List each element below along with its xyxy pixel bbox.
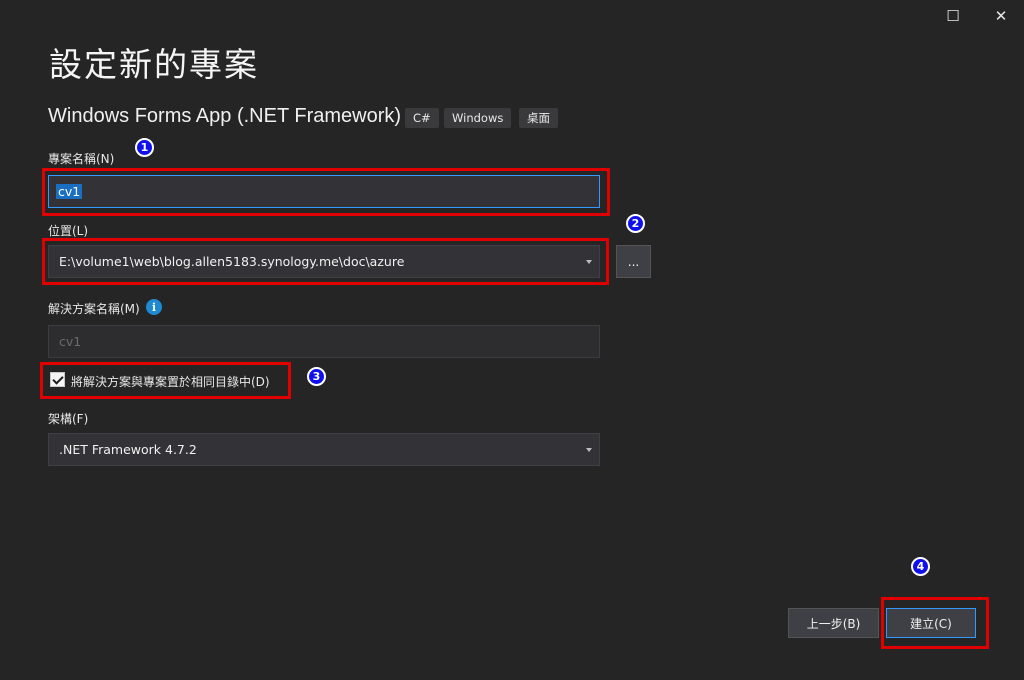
framework-value: .NET Framework 4.7.2	[59, 442, 197, 457]
info-icon[interactable]: i	[146, 299, 162, 315]
create-button[interactable]: 建立(C)	[886, 608, 976, 638]
location-label: 位置(L)	[48, 224, 89, 238]
back-button[interactable]: 上一步(B)	[788, 608, 879, 638]
tag-language: C#	[405, 108, 439, 128]
solution-name-input[interactable]: cv1	[48, 325, 600, 358]
project-name-input[interactable]: cv1	[48, 175, 600, 208]
project-name-value: cv1	[56, 184, 83, 199]
annotation-badge-1: 1	[135, 138, 154, 157]
browse-button[interactable]: ...	[616, 245, 651, 278]
solution-name-label: 解決方案名稱(M)	[48, 302, 140, 316]
location-value: E:\volume1\web\blog.allen5183.synology.m…	[59, 254, 405, 269]
location-dropdown[interactable]: E:\volume1\web\blog.allen5183.synology.m…	[48, 245, 600, 278]
project-name-label: 專案名稱(N)	[48, 152, 115, 166]
solution-name-placeholder: cv1	[59, 334, 82, 349]
chevron-down-icon	[586, 447, 592, 452]
same-directory-label[interactable]: 將解決方案與專案置於相同目錄中(D)	[71, 373, 270, 390]
tag-type: 桌面	[519, 108, 558, 128]
maximize-icon[interactable]: ☐	[938, 1, 968, 31]
annotation-badge-3: 3	[307, 367, 326, 386]
close-icon[interactable]: ✕	[986, 1, 1016, 31]
annotation-badge-2: 2	[626, 214, 645, 233]
same-directory-checkbox[interactable]	[50, 372, 65, 387]
framework-label: 架構(F)	[48, 412, 89, 426]
framework-dropdown[interactable]: .NET Framework 4.7.2	[48, 433, 600, 466]
page-title: 設定新的專案	[49, 45, 259, 84]
tag-platform: Windows	[444, 108, 512, 128]
project-template-name: Windows Forms App (.NET Framework)	[48, 105, 402, 127]
chevron-down-icon	[586, 259, 592, 264]
annotation-badge-4: 4	[911, 557, 930, 576]
